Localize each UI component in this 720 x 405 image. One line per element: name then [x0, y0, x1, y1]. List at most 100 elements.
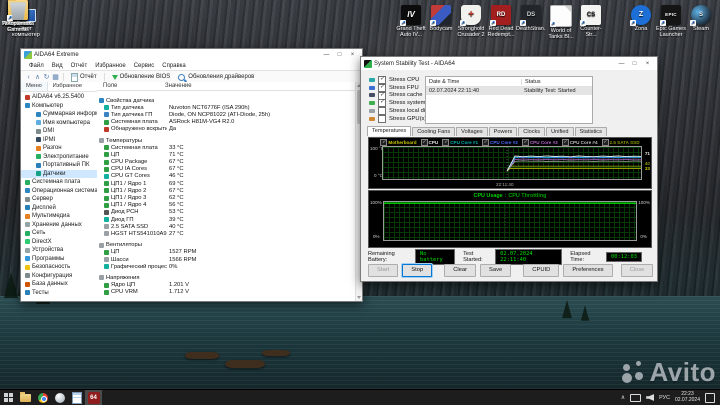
- sensor-row[interactable]: ЦП 1527 RPM: [97, 249, 356, 256]
- tree-item[interactable]: Портативный ПК: [21, 161, 97, 170]
- network-icon[interactable]: [630, 393, 642, 402]
- sensor-row[interactable]: Системная плата 33 °C: [97, 144, 356, 151]
- taskbar-chrome-button[interactable]: [34, 390, 51, 405]
- cpuid-button[interactable]: CPUID: [523, 263, 560, 277]
- tree-item[interactable]: Разгон: [21, 144, 97, 153]
- sst-tab[interactable]: Temperatures: [367, 126, 412, 136]
- sensor-row[interactable]: Тип датчика Nuvoton NCT6776F (ISA 290h): [97, 104, 356, 111]
- sst-tab[interactable]: Clocks: [518, 127, 546, 136]
- sst-tab[interactable]: Unified: [546, 127, 574, 136]
- column-field[interactable]: Поле: [103, 83, 117, 89]
- sensor-row[interactable]: Температуры: [97, 137, 356, 144]
- legend-checkbox[interactable]: ✓: [601, 138, 609, 146]
- panel-icon[interactable]: ▦: [51, 73, 60, 81]
- sensor-row[interactable]: Свойства датчика: [97, 97, 356, 104]
- tree-item[interactable]: Дисплей: [21, 204, 97, 213]
- checkbox[interactable]: ✓: [378, 83, 386, 92]
- tree-item[interactable]: Операционная система: [21, 187, 97, 196]
- bios-update-button[interactable]: Обновление BIOS: [108, 72, 175, 83]
- close-test-button[interactable]: Close: [620, 263, 654, 277]
- sensor-row[interactable]: CPU IA Cores 67 °C: [97, 166, 356, 173]
- report-button[interactable]: Отчёт: [67, 72, 101, 83]
- checkbox[interactable]: ✓: [378, 99, 386, 108]
- sst-tab[interactable]: Voltages: [456, 127, 488, 136]
- sensor-row[interactable]: CPU GT Cores 46 °C: [97, 173, 356, 180]
- desktop-icon[interactable]: IV ↗ Grand Theft Auto IV...: [396, 5, 426, 40]
- desktop-icon[interactable]: DS ↗ DeathStran...: [516, 5, 546, 40]
- start-button[interactable]: Start: [368, 263, 399, 277]
- sst-tab[interactable]: Powers: [488, 127, 518, 136]
- checkbox[interactable]: [378, 107, 386, 116]
- menu-item[interactable]: Файл: [25, 63, 48, 69]
- tree-item[interactable]: Компьютер: [21, 102, 97, 111]
- minimize-button[interactable]: —: [615, 58, 628, 70]
- aida64-titlebar[interactable]: AIDA64 Extreme — □ ×: [21, 49, 362, 61]
- volume-icon[interactable]: [646, 394, 655, 401]
- tree-item[interactable]: Суммарная информа...: [21, 110, 97, 119]
- menu-item[interactable]: Отчёт: [67, 63, 92, 69]
- maximize-button[interactable]: □: [628, 58, 641, 70]
- tree-item[interactable]: Системная плата: [21, 178, 97, 187]
- sensor-row[interactable]: Тип датчика ГП Diode, ON NCP81022 (ATI-D…: [97, 111, 356, 118]
- scroll-down-icon[interactable]: [357, 296, 361, 299]
- tray-expand-icon[interactable]: ∧: [621, 394, 625, 401]
- desktop-icon[interactable]: + ↗ Stronghold Crusader 2: [456, 5, 486, 40]
- checkbox[interactable]: ✓: [378, 75, 386, 84]
- legend-item[interactable]: ✓ 2.5 SATA SSD: [601, 138, 640, 146]
- tree-item[interactable]: Устройства: [21, 246, 97, 255]
- desktop-icon[interactable]: S ↗ Steam: [686, 5, 716, 40]
- sst-tab[interactable]: Statistics: [574, 127, 607, 136]
- legend-checkbox[interactable]: ✓: [482, 138, 490, 146]
- tree-item[interactable]: Тесты: [21, 289, 97, 298]
- desktop-icon[interactable]: ↗ Bodycam: [426, 5, 456, 40]
- menu-item[interactable]: Справка: [158, 63, 190, 69]
- tree-item[interactable]: Сервер: [21, 195, 97, 204]
- tree-item[interactable]: IPMI: [21, 136, 97, 145]
- tree-item[interactable]: База данных: [21, 280, 97, 289]
- tree-item[interactable]: DirectX: [21, 238, 97, 247]
- taskbar-app-button[interactable]: [51, 390, 68, 405]
- close-button[interactable]: ×: [346, 49, 359, 61]
- log-row[interactable]: 02.07.2024 22:11:40 Stability Test: Star…: [426, 87, 592, 95]
- sensor-row[interactable]: Системная плата ASRock H81M-VG4 R2.0: [97, 119, 356, 126]
- tree-item[interactable]: Электропитание: [21, 153, 97, 162]
- legend-item[interactable]: ✓ Motherboard: [380, 138, 417, 146]
- desktop-icon[interactable]: RD ↗ Red Dead Redempt...: [486, 5, 516, 40]
- sensor-row[interactable]: Диод PCH 53 °C: [97, 209, 356, 216]
- tree-item[interactable]: Датчики: [21, 169, 97, 178]
- tab-favorites[interactable]: Избранное: [48, 82, 87, 91]
- checkbox[interactable]: [378, 114, 386, 123]
- tree-item[interactable]: Конфигурация: [21, 272, 97, 281]
- tree-item[interactable]: Имя компьютера: [21, 119, 97, 128]
- sensor-row[interactable]: Обнаружено вскрытие кор... Да: [97, 126, 356, 133]
- sensor-row[interactable]: Графический процессор 0%: [97, 263, 356, 270]
- sensor-row[interactable]: Диод ГП 39 °C: [97, 216, 356, 223]
- menu-item[interactable]: Вид: [48, 63, 67, 69]
- legend-checkbox[interactable]: ✓: [380, 138, 388, 146]
- maximize-button[interactable]: □: [333, 49, 346, 61]
- stop-button[interactable]: Stop: [402, 263, 433, 277]
- legend-item[interactable]: ✓ CPU Core #3: [521, 138, 558, 146]
- sensor-row[interactable]: HGST HTS541010A9E680 27 °C: [97, 230, 356, 237]
- sst-titlebar[interactable]: System Stability Test - AIDA64 — □ ×: [361, 57, 657, 70]
- legend-item[interactable]: ✓ CPU Core #2: [482, 138, 518, 146]
- start-button[interactable]: [0, 390, 17, 405]
- legend-checkbox[interactable]: ✓: [521, 138, 529, 146]
- legend-item[interactable]: ✓ CPU: [420, 138, 438, 146]
- action-center-icon[interactable]: [705, 392, 715, 403]
- tree-item[interactable]: DMI: [21, 127, 97, 136]
- desktop-icon[interactable]: ↗ World of Tanks Bl...: [546, 5, 576, 40]
- menu-item[interactable]: Избранное: [91, 63, 129, 69]
- language-indicator[interactable]: РУС: [659, 395, 670, 401]
- sensor-row[interactable]: ЦП1 / Ядро 4 56 °C: [97, 202, 356, 209]
- legend-item[interactable]: ✓ CPU Core #1: [442, 138, 478, 146]
- desktop-icon[interactable]: Z ↗ Zona: [626, 5, 656, 40]
- sensor-row[interactable]: ЦП1 / Ядро 3 62 °C: [97, 194, 356, 201]
- checkbox[interactable]: ✓: [378, 91, 386, 100]
- sensor-row[interactable]: CPU Package 67 °C: [97, 159, 356, 166]
- tab-menu[interactable]: Меню: [21, 82, 48, 91]
- sensor-row[interactable]: ЦП1 / Ядро 1 69 °C: [97, 180, 356, 187]
- desktop-icon[interactable]: EPIC ↗ Epic Games Launcher: [656, 5, 686, 40]
- taskbar-notepad-button[interactable]: [68, 390, 85, 405]
- sensor-row[interactable]: CPU VRM 1.712 V: [97, 289, 356, 296]
